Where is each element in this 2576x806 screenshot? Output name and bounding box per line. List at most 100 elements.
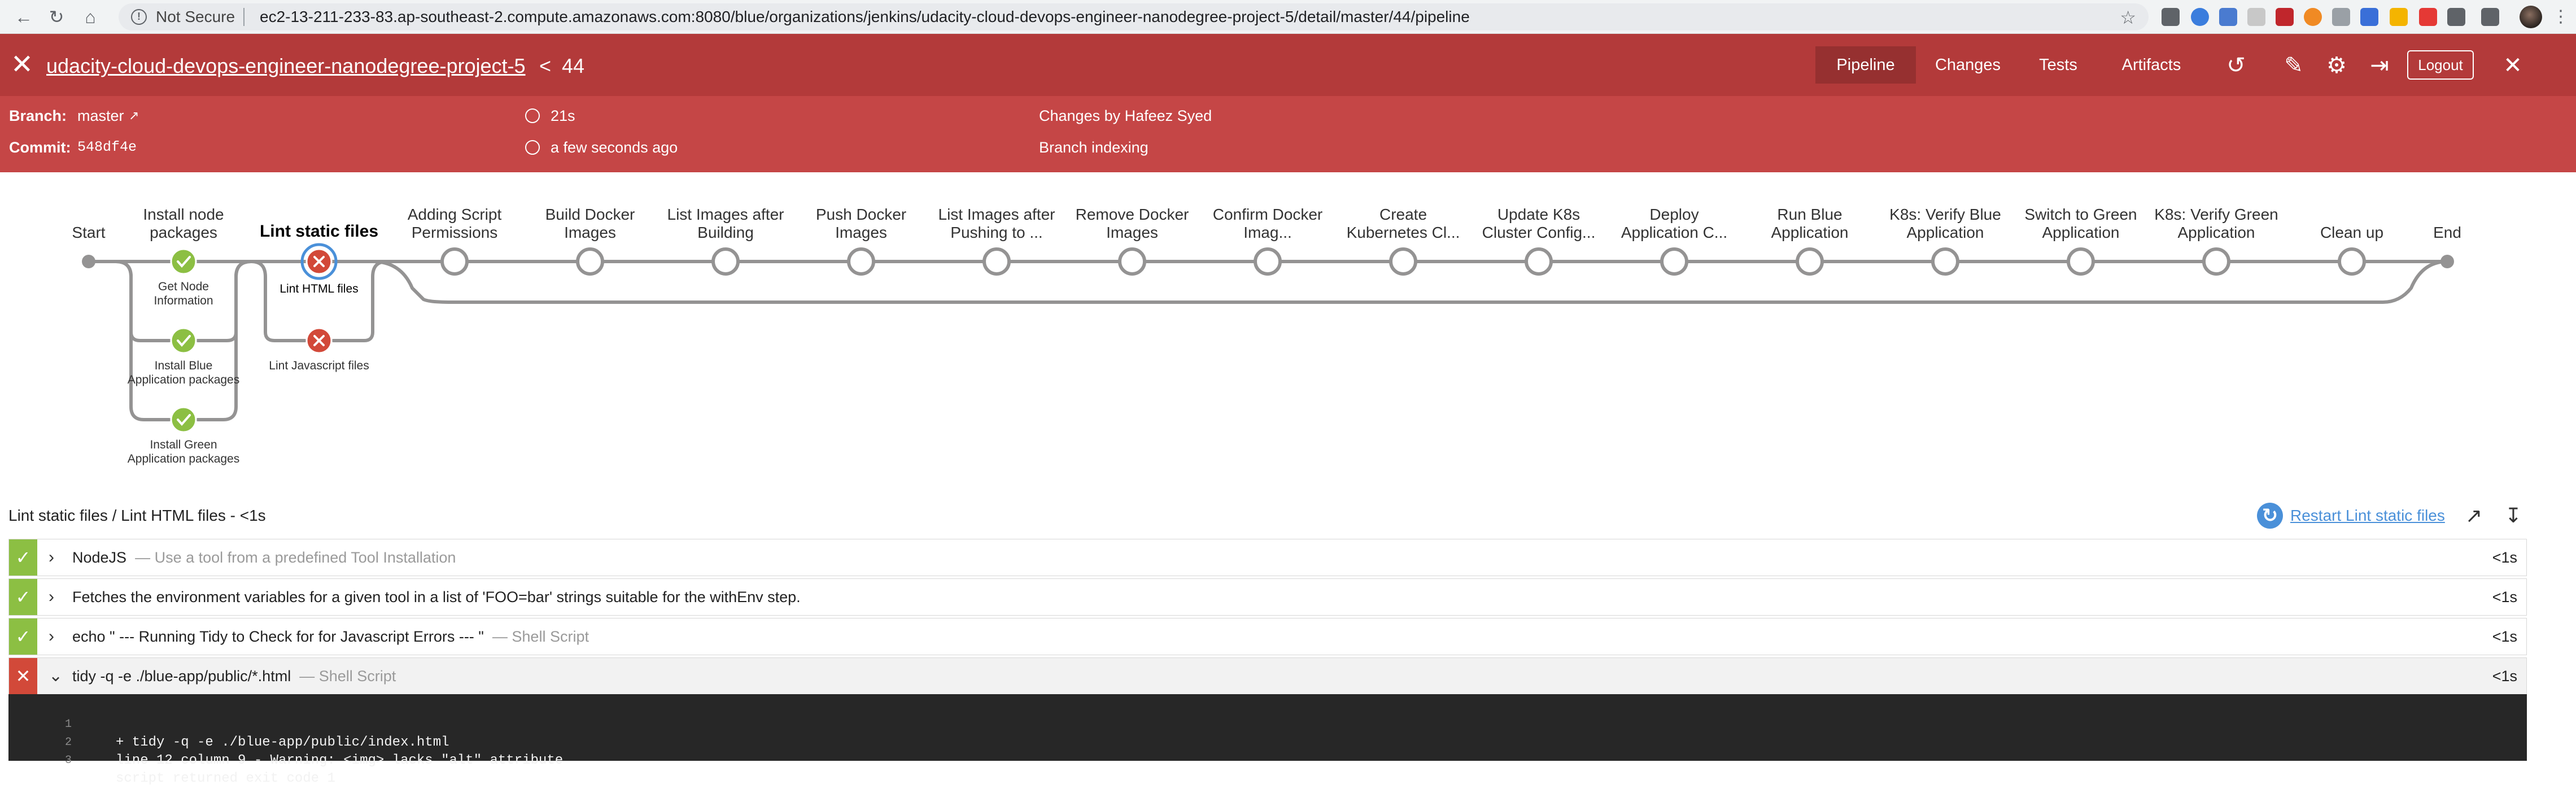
stage-node[interactable] — [847, 247, 875, 276]
parallel-node[interactable] — [170, 327, 197, 354]
step-duration: <1s — [2492, 668, 2517, 685]
back-icon[interactable]: ← — [12, 6, 35, 28]
chevron-right-icon[interactable]: › — [49, 579, 54, 615]
node-label-lint-html-files[interactable]: Lint HTML files — [263, 282, 376, 296]
pdf-icon[interactable] — [2276, 8, 2294, 26]
kebab-menu-icon[interactable]: ⋮ — [2552, 6, 2569, 28]
stage-label-clean-up[interactable]: Clean up — [2287, 224, 2417, 242]
line-number[interactable]: 2 — [65, 734, 88, 752]
stage-node[interactable] — [983, 247, 1011, 276]
tab-artifacts[interactable]: Artifacts — [2103, 46, 2199, 84]
download-icon[interactable]: ↧ — [2500, 503, 2526, 529]
branch-value[interactable]: master — [77, 106, 124, 125]
pen-icon[interactable] — [2390, 8, 2408, 26]
puzzle-icon[interactable] — [2481, 8, 2499, 26]
letter-icon[interactable] — [2332, 8, 2350, 26]
parallel-node[interactable] — [170, 406, 197, 433]
reload-icon[interactable]: ↻ — [45, 6, 68, 28]
log-step-row[interactable]: ✓ › echo " --- Running Tidy to Check for… — [8, 618, 2527, 655]
tab-changes[interactable]: Changes — [1923, 46, 2013, 84]
pipeline-graph: Start End Install node packages Lint sta… — [0, 172, 2576, 497]
stage-node[interactable] — [2338, 247, 2366, 276]
stage-label-switch-to-green[interactable]: Switch to Green Application — [2016, 206, 2146, 242]
chevron-right-icon[interactable]: › — [49, 618, 54, 655]
exit-classic-icon[interactable]: ⇥ — [2364, 50, 2395, 81]
edit-pencil-icon[interactable]: ✎ — [2278, 50, 2309, 81]
node-label-install-blue-packages[interactable]: Install Blue Application packages — [127, 359, 240, 387]
stage-node[interactable] — [1118, 247, 1146, 276]
line-number[interactable]: 3 — [65, 752, 88, 770]
home-icon[interactable]: ⌂ — [79, 6, 102, 28]
security-label: Not Secure — [156, 8, 235, 25]
stage-node[interactable] — [1796, 247, 1824, 276]
stage-label-install-node-packages[interactable]: Install node packages — [119, 206, 248, 242]
bookmark-star-icon[interactable]: ☆ — [2120, 7, 2136, 28]
stage-node[interactable] — [1525, 247, 1553, 276]
stage-label-adding-script-permissions[interactable]: Adding Script Permissions — [390, 206, 519, 242]
heart-icon[interactable] — [2419, 8, 2437, 26]
stage-node[interactable] — [440, 247, 469, 276]
screen-icon[interactable] — [2247, 8, 2265, 26]
chevron-right-icon[interactable]: › — [49, 539, 54, 576]
failure-x-icon: ✕ — [9, 658, 37, 694]
node-label-install-green-packages[interactable]: Install Green Application packages — [127, 438, 240, 466]
stage-node[interactable] — [576, 247, 604, 276]
tab-pipeline[interactable]: Pipeline — [1815, 46, 1916, 84]
line-number[interactable]: 1 — [65, 716, 88, 734]
gear-icon[interactable] — [2304, 8, 2322, 26]
stage-node[interactable] — [2067, 247, 2095, 276]
logout-button[interactable]: Logout — [2407, 50, 2474, 80]
drive-icon[interactable] — [2360, 8, 2378, 26]
stage-label-run-blue-application[interactable]: Run Blue Application — [1745, 206, 1875, 242]
not-built-node — [1389, 247, 1417, 276]
log-step-row[interactable]: ✓ › Fetches the environment variables fo… — [8, 578, 2527, 616]
edge-icon[interactable] — [2191, 8, 2209, 26]
chevron-down-icon[interactable]: ⌄ — [49, 658, 63, 694]
stage-label-push-docker-images[interactable]: Push Docker Images — [796, 206, 926, 242]
stage-label-remove-docker-images[interactable]: Remove Docker Images — [1067, 206, 1197, 242]
project-link[interactable]: udacity-cloud-devops-engineer-nanodegree… — [46, 54, 526, 79]
translate-icon[interactable] — [2219, 8, 2237, 26]
eyedropper-icon[interactable] — [2162, 8, 2180, 26]
node-label-get-node-information[interactable]: Get Node Information — [127, 280, 240, 308]
stage-label-confirm-docker-images[interactable]: Confirm Docker Imag... — [1203, 206, 1333, 242]
log-step-row-expanded[interactable]: ✕ ⌄ tidy -q -e ./blue-app/public/*.html … — [8, 657, 2527, 695]
stage-label-build-docker-images[interactable]: Build Docker Images — [525, 206, 655, 242]
url-text[interactable]: ec2-13-211-233-83.ap-southeast-2.compute… — [260, 8, 1470, 26]
stage-label-list-images-after-building[interactable]: List Images after Building — [661, 206, 791, 242]
stage-label-deploy-application[interactable]: Deploy Application C... — [1609, 206, 1739, 242]
parallel-node[interactable] — [305, 327, 333, 354]
parallel-node[interactable] — [170, 248, 197, 275]
stage-node[interactable] — [1931, 247, 1959, 276]
stage-node[interactable] — [1660, 247, 1688, 276]
warning-icon[interactable]: ! — [131, 9, 147, 25]
step-command: echo " --- Running Tidy to Check for for… — [72, 628, 484, 645]
parallel-node[interactable] — [300, 243, 338, 280]
not-built-node — [2338, 247, 2366, 276]
stage-label-k8s-verify-green[interactable]: K8s: Verify Green Application — [2151, 206, 2281, 242]
tab-tests[interactable]: Tests — [2019, 46, 2098, 84]
stage-node[interactable] — [711, 247, 740, 276]
profile-avatar[interactable] — [2520, 6, 2542, 28]
close-icon[interactable]: ✕ — [8, 51, 36, 79]
stage-label-list-images-after-pushing[interactable]: List Images after Pushing to ... — [932, 206, 1062, 242]
stage-node[interactable] — [2202, 247, 2230, 276]
stage-label-create-kubernetes-cluster[interactable]: Create Kubernetes Cl... — [1338, 206, 1468, 242]
stage-node[interactable] — [1389, 247, 1417, 276]
close-run-icon[interactable]: ✕ — [2497, 50, 2529, 81]
address-bar[interactable]: ! Not Secure ec2-13-211-233-83.ap-southe… — [119, 3, 2149, 31]
settings-gear-icon[interactable]: ⚙ — [2321, 50, 2352, 81]
restart-stage-link[interactable]: Restart Lint static files — [2290, 506, 2445, 526]
restart-icon[interactable]: ↻ — [2257, 503, 2283, 529]
log-step-row[interactable]: ✓ › NodeJS — Use a tool from a predefine… — [8, 539, 2527, 576]
not-built-node — [440, 247, 469, 276]
rerun-icon[interactable]: ↺ — [2220, 50, 2252, 81]
open-in-new-icon[interactable]: ↗ — [2461, 503, 2487, 529]
external-link-icon[interactable]: ↗ — [129, 106, 139, 125]
stage-label-update-k8s-cluster-config[interactable]: Update K8s Cluster Config... — [1474, 206, 1604, 242]
stage-label-k8s-verify-blue[interactable]: K8s: Verify Blue Application — [1880, 206, 2010, 242]
stage-label-lint-static-files[interactable]: Lint static files — [254, 223, 384, 241]
node-label-lint-javascript-files[interactable]: Lint Javascript files — [263, 359, 376, 373]
pin-icon[interactable] — [2447, 8, 2465, 26]
stage-node[interactable] — [1254, 247, 1282, 276]
